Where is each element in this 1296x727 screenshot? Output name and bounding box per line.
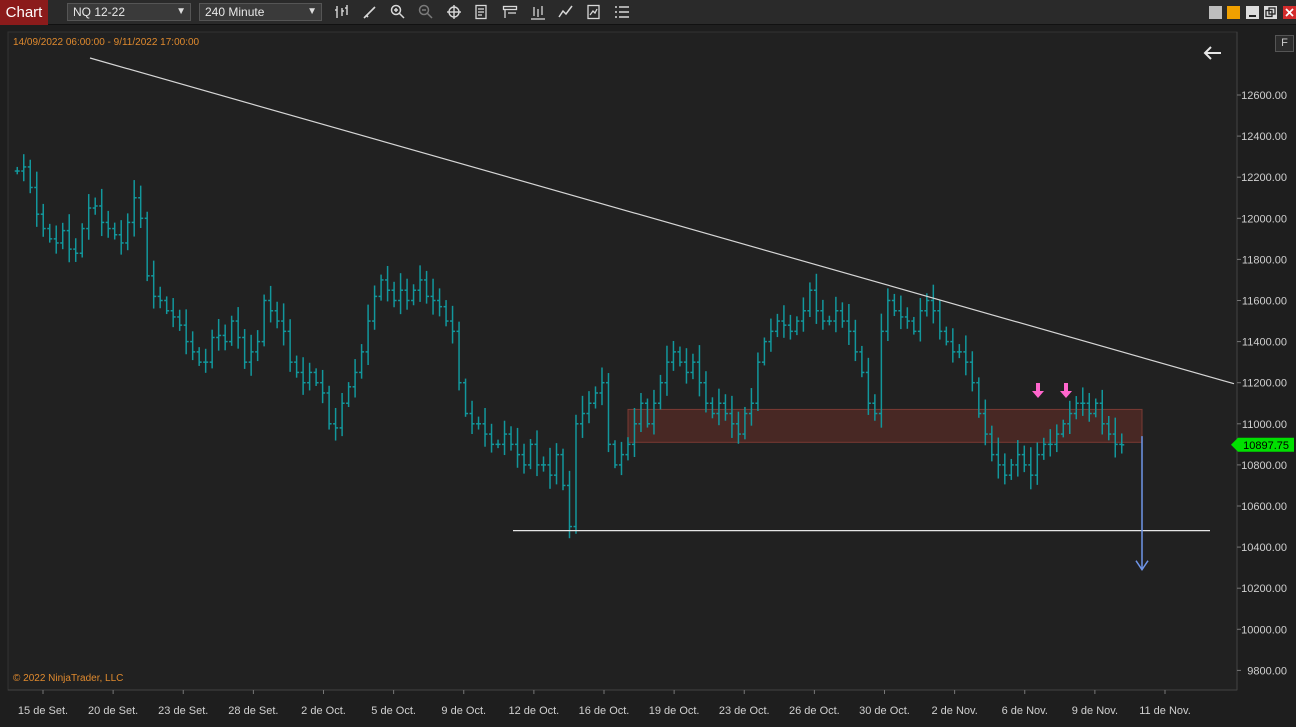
price-tick-label: 12200.00: [1241, 172, 1287, 184]
templates-icon[interactable]: [502, 4, 518, 20]
time-tick-label: 16 de Oct.: [579, 705, 630, 717]
chevron-down-icon: ▼: [176, 6, 186, 17]
resistance-zone: [627, 408, 1143, 443]
time-tick-label: 2 de Oct.: [301, 705, 346, 717]
price-tick-label: 9800.00: [1247, 665, 1287, 677]
chart-tab[interactable]: Chart: [0, 0, 48, 25]
price-tick-label: 11800.00: [1242, 254, 1287, 266]
time-tick-label: 12 de Oct.: [508, 705, 559, 717]
time-tick-label: 23 de Oct.: [719, 705, 770, 717]
zoom-in-icon[interactable]: [390, 4, 406, 20]
resistance-zone-layer: [627, 408, 1143, 443]
properties-icon[interactable]: [474, 4, 490, 20]
strategy-icon[interactable]: [586, 4, 602, 20]
signal-arrow-body: [1064, 383, 1068, 391]
chart-toolbar: Chart NQ 12-22 ▼ 240 Minute ▼: [0, 0, 1296, 25]
pencil-icon[interactable]: [362, 4, 378, 20]
interval-value: 240 Minute: [205, 5, 265, 19]
minimize-button[interactable]: [1246, 6, 1259, 19]
price-tick-label: 10800.00: [1241, 460, 1287, 472]
signal-arrow-body: [1036, 383, 1040, 391]
price-tick-label: 10400.00: [1241, 542, 1287, 554]
crosshair-icon[interactable]: [446, 4, 462, 20]
grey-window-button[interactable]: [1209, 6, 1222, 19]
indicators-icon[interactable]: [558, 4, 574, 20]
chevron-down-icon: ▼: [307, 6, 317, 17]
zoom-out-icon[interactable]: [418, 4, 434, 20]
time-tick-label: 9 de Oct.: [441, 705, 486, 717]
time-tick-label: 6 de Nov.: [1002, 705, 1048, 717]
chart-canvas: 9800.00 10000.00 10200.00 10400.00 10600.00 1…: [7, 31, 1294, 717]
price-tick-label: 10000.00: [1241, 624, 1287, 636]
chart-panel: [7, 31, 1238, 691]
copyright-text: © 2022 NinjaTrader, LLC: [13, 673, 124, 684]
time-tick-label: 2 de Nov.: [931, 705, 977, 717]
price-tick-label: 12400.00: [1241, 131, 1287, 143]
f-button[interactable]: F: [1275, 35, 1294, 52]
time-tick-label: 30 de Oct.: [859, 705, 910, 717]
instrument-selector[interactable]: NQ 12-22 ▼: [67, 3, 191, 21]
time-tick-label: 28 de Set.: [228, 705, 278, 717]
time-tick-label: 20 de Set.: [88, 705, 138, 717]
time-tick-label: 11 de Nov.: [1139, 705, 1191, 717]
price-tick-label: 12000.00: [1241, 213, 1287, 225]
time-tick-label: 15 de Set.: [18, 705, 68, 717]
date-range-label: 14/09/2022 06:00:00 - 9/11/2022 17:00:00: [13, 37, 200, 48]
price-axis: 9800.00 10000.00 10200.00 10400.00 10600.00 1…: [1231, 32, 1294, 690]
close-button[interactable]: [1283, 6, 1296, 19]
bar-type-icon[interactable]: [334, 4, 350, 20]
time-tick-label: 19 de Oct.: [649, 705, 700, 717]
price-tick-label: 11400.00: [1242, 337, 1287, 349]
restore-button[interactable]: [1264, 6, 1277, 19]
time-tick-label: 5 de Oct.: [371, 705, 416, 717]
last-price-marker: 10897.75: [1231, 437, 1294, 452]
last-price-label: 10897.75: [1243, 440, 1289, 452]
time-axis: 15 de Set. 20 de Set. 23 de Set. 28 de Set.…: [8, 689, 1237, 717]
data-series-icon[interactable]: [530, 4, 546, 20]
price-chart[interactable]: 9800.00 10000.00 10200.00 10400.00 10600.00 1…: [0, 25, 1296, 722]
price-tick-label: 10200.00: [1241, 583, 1287, 595]
list-icon[interactable]: [614, 4, 630, 20]
link-window-button[interactable]: [1227, 6, 1240, 19]
price-tick-label: 11600.00: [1242, 296, 1287, 308]
interval-selector[interactable]: 240 Minute ▼: [199, 3, 322, 21]
price-tick-label: 12600.00: [1241, 90, 1287, 102]
price-tick-label: 11000.00: [1242, 419, 1287, 431]
time-tick-label: 23 de Set.: [158, 705, 208, 717]
price-tick-label: 10600.00: [1241, 501, 1287, 513]
instrument-value: NQ 12-22: [73, 5, 126, 19]
price-tick-label: 11200.00: [1242, 378, 1287, 390]
time-tick-label: 26 de Oct.: [789, 705, 840, 717]
time-tick-label: 9 de Nov.: [1072, 705, 1118, 717]
